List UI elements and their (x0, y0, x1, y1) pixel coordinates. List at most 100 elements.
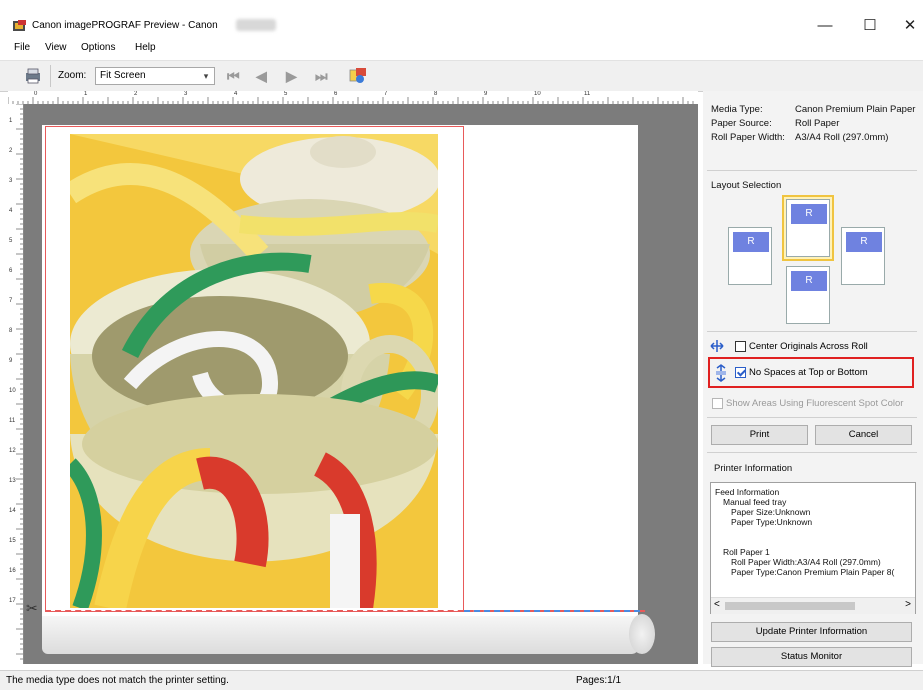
vertical-ruler: 1 2 3 4 5 6 7 8 9 10 11 12 13 14 15 16 17 (8, 104, 24, 664)
layout-glyph: R (791, 271, 827, 291)
ruler-number: 17 (9, 598, 16, 604)
ruler-number: 1 (9, 118, 13, 124)
layout-selection-heading: Layout Selection (711, 180, 782, 191)
previous-page-button[interactable]: ◀ (256, 68, 267, 85)
printer-settings-icon[interactable] (24, 67, 42, 85)
ruler-number: 10 (534, 91, 541, 97)
layout-glyph: R (846, 232, 882, 252)
no-spaces-label: No Spaces at Top or Bottom (749, 367, 868, 378)
scissors-icon: ✂ (26, 600, 38, 616)
scroll-right-arrow[interactable]: > (905, 599, 911, 610)
status-message: The media type does not match the printe… (6, 675, 229, 686)
toolbar: Zoom: Fit Screen ▾ ⏮ ◀ ▶ ⏭ (0, 60, 923, 92)
layout-option-right[interactable]: R (841, 227, 885, 285)
ruler-number: 6 (9, 268, 13, 274)
ruler-number: 14 (9, 508, 16, 514)
scroll-thumb[interactable] (725, 602, 855, 610)
paper-source-label: Paper Source: (711, 118, 772, 129)
printer-info-line: Paper Type:Unknown (731, 517, 813, 527)
preview-canvas[interactable]: ✂ (24, 104, 698, 664)
center-originals-label: Center Originals Across Roll (749, 341, 868, 352)
ruler-number: 9 (484, 91, 488, 97)
paper-roll-end (629, 614, 655, 654)
ruler-number: 15 (9, 538, 16, 544)
printer-info-line: Roll Paper Width:A3/A4 Roll (297.0mm) (731, 557, 881, 567)
ruler-number: 12 (9, 448, 16, 454)
printer-info-line: Paper Type:Canon Premium Plain Paper 8( (731, 567, 895, 577)
layout-glyph: R (733, 232, 769, 252)
ruler-number: 8 (434, 91, 438, 97)
layout-option-left[interactable]: R (728, 227, 772, 285)
ruler-number: 1 (84, 91, 88, 97)
title-bar: Canon imagePROGRAF Preview - Canon — ☐ ✕ (0, 0, 923, 44)
ruler-number: 5 (9, 238, 13, 244)
layout-option-top[interactable]: R (786, 199, 830, 257)
printer-info-line: Feed Information (715, 487, 780, 497)
ruler-number: 7 (9, 298, 13, 304)
ruler-number: 7 (384, 91, 388, 97)
menu-help[interactable]: Help (135, 42, 156, 53)
menu-file[interactable]: File (14, 42, 30, 53)
print-button[interactable]: Print (711, 425, 808, 445)
roll-width-value: A3/A4 Roll (297.0mm) (795, 132, 889, 143)
paper-roll (42, 616, 638, 654)
last-page-button[interactable]: ⏭ (315, 68, 328, 85)
zoom-select-value: Fit Screen (100, 70, 146, 81)
printer-info-list[interactable]: Feed Information Manual feed tray Paper … (710, 482, 916, 614)
ruler-ticks-vertical (16, 104, 23, 660)
horizontal-ruler: 0 1 2 3 4 5 6 7 8 9 10 11 (8, 91, 698, 105)
panel-separator (707, 452, 917, 453)
media-type-value: Canon Premium Plain Paper (795, 104, 916, 115)
first-page-button[interactable]: ⏮ (227, 68, 240, 85)
fluorescent-checkbox[interactable] (712, 398, 723, 409)
cancel-button[interactable]: Cancel (815, 425, 912, 445)
scroll-left-arrow[interactable]: < (714, 599, 720, 610)
close-button[interactable]: ✕ (888, 12, 923, 40)
page-counter: Pages:1/1 (576, 675, 622, 686)
ruler-number: 10 (9, 388, 16, 394)
redacted-printer-name (236, 19, 276, 31)
ruler-number: 11 (584, 91, 591, 97)
ruler-ticks (8, 97, 694, 104)
ruler-number: 4 (234, 91, 238, 97)
ruler-number: 4 (9, 208, 13, 214)
page-layout-icon[interactable] (348, 67, 368, 85)
ruler-number: 16 (9, 568, 16, 574)
layout-option-bottom[interactable]: R (786, 266, 830, 324)
zoom-select[interactable]: Fit Screen ▾ (95, 67, 215, 85)
ruler-number: 6 (334, 91, 338, 97)
maximize-button[interactable]: ☐ (848, 12, 892, 40)
no-spaces-checkbox[interactable] (735, 367, 746, 378)
menu-view[interactable]: View (45, 42, 67, 53)
printer-info-scrollbar[interactable]: < > (711, 597, 915, 614)
ruler-number: 3 (184, 91, 188, 97)
minimize-button[interactable]: — (803, 12, 847, 40)
ruler-number: 5 (284, 91, 288, 97)
roll-width-label: Roll Paper Width: (711, 132, 785, 143)
next-page-button[interactable]: ▶ (286, 68, 297, 85)
printable-area-frame (45, 126, 464, 612)
center-originals-checkbox[interactable] (735, 341, 746, 352)
printer-info-line: Roll Paper 1 (723, 547, 770, 557)
toolbar-separator (50, 65, 51, 87)
ruler-number: 3 (9, 178, 13, 184)
ruler-number: 11 (9, 418, 16, 424)
panel-separator (707, 417, 917, 418)
status-monitor-button[interactable]: Status Monitor (711, 647, 912, 667)
fluorescent-label: Show Areas Using Fluorescent Spot Color (726, 398, 904, 409)
printer-info-line: Paper Size:Unknown (731, 507, 811, 517)
ruler-number: 8 (9, 328, 13, 334)
cut-line-extension (464, 610, 640, 612)
paper-source-value: Roll Paper (795, 118, 840, 129)
no-spaces-icon (716, 364, 726, 382)
chevron-down-icon: ▾ (203, 71, 209, 81)
layout-glyph: R (791, 204, 827, 224)
media-type-label: Media Type: (711, 104, 763, 115)
update-printer-info-button[interactable]: Update Printer Information (711, 622, 912, 642)
ruler-number: 13 (9, 478, 16, 484)
printer-info-heading: Printer Information (714, 463, 793, 474)
printer-info-line: Manual feed tray (723, 497, 787, 507)
menu-options[interactable]: Options (81, 42, 115, 53)
window-title: Canon imagePROGRAF Preview - Canon (32, 20, 218, 31)
ruler-number: 9 (9, 358, 13, 364)
